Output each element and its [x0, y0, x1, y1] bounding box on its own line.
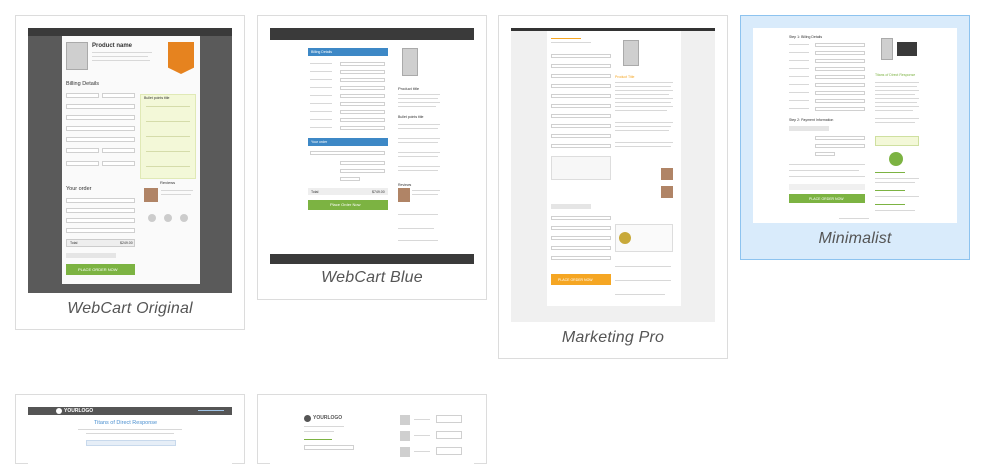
your-order-heading: Your order — [311, 140, 328, 144]
secure-icons — [148, 214, 156, 222]
place-order-label: PLACE ORDER NOW — [558, 278, 593, 282]
card-logos — [551, 204, 591, 209]
headline: Titans of Direct Response — [94, 420, 158, 426]
product-name: Product name — [92, 43, 133, 49]
product-image — [402, 48, 418, 76]
total-label: Total — [70, 241, 78, 245]
logo-icon — [304, 415, 311, 422]
template-card-webcart-original[interactable]: Product name Billing Details Bullet poin… — [15, 15, 245, 330]
template-thumbnail-5: YOURLOGO Titans of Direct Response — [28, 407, 232, 467]
product-image — [623, 40, 639, 66]
bullet-points-title: Bullet points title — [144, 96, 170, 100]
product-title: Product Title — [615, 75, 635, 79]
product-image — [881, 38, 893, 60]
product-title: Product title — [398, 86, 420, 91]
template-card-webcart-blue[interactable]: Billing Details Your order Total $749.00… — [257, 15, 487, 300]
place-order-label: PLACE ORDER NOW — [78, 267, 118, 272]
total-value: $249.00 — [120, 241, 133, 245]
titans-heading: Titans of Direct Response — [875, 73, 916, 77]
template-card-5[interactable]: YOURLOGO Titans of Direct Response — [15, 394, 245, 467]
step1-heading: Step 1: Billing Details — [789, 35, 823, 39]
logo-text: YOURLOGO — [313, 415, 343, 421]
bullet-points-title: Bullet points title — [398, 115, 424, 119]
reviewer-photo — [398, 188, 410, 202]
billing-details-heading: Billing Details — [311, 50, 333, 54]
template-thumbnail-marketing-pro: Product Title PLACE ORDER NOW — [511, 28, 715, 322]
template-label: Marketing Pro — [561, 329, 665, 346]
card-logos — [789, 126, 829, 131]
card-logos — [66, 253, 116, 258]
template-thumbnail-webcart-original: Product name Billing Details Bullet poin… — [28, 28, 232, 293]
template-thumbnail-6: YOURLOGO — [270, 407, 474, 467]
badge-icon — [889, 152, 903, 166]
total-label: Total — [311, 190, 319, 194]
step2-heading: Step 2: Payment Information — [789, 118, 834, 122]
template-thumbnail-minimalist: Step 1: Billing Details Step 2: Payment … — [753, 28, 957, 223]
template-card-marketing-pro[interactable]: Product Title PLACE ORDER NOW Marketing … — [498, 15, 728, 359]
logo-icon — [56, 408, 62, 414]
badge-icon — [619, 232, 631, 244]
your-order-heading: Your order — [66, 186, 92, 192]
money-back-badge — [168, 42, 194, 74]
logo-text: YOURLOGO — [64, 408, 94, 414]
template-label: Minimalist — [818, 230, 892, 247]
place-order-label: PLACE ORDER NOW — [809, 197, 844, 201]
product-image — [66, 42, 88, 70]
reviewer-photo — [661, 168, 673, 180]
template-card-6[interactable]: YOURLOGO — [257, 394, 487, 467]
template-label: WebCart Original — [67, 300, 193, 317]
billing-details-heading: Billing Details — [66, 81, 100, 87]
template-thumbnail-webcart-blue: Billing Details Your order Total $749.00… — [270, 28, 474, 264]
reviews-heading: Reviews — [160, 180, 176, 185]
reviewer-photo — [144, 188, 158, 202]
template-card-minimalist[interactable]: Step 1: Billing Details Step 2: Payment … — [740, 15, 970, 260]
template-label: WebCart Blue — [321, 269, 423, 286]
place-order-label: Place Order Now — [330, 202, 361, 207]
total-value: $749.00 — [372, 190, 385, 194]
